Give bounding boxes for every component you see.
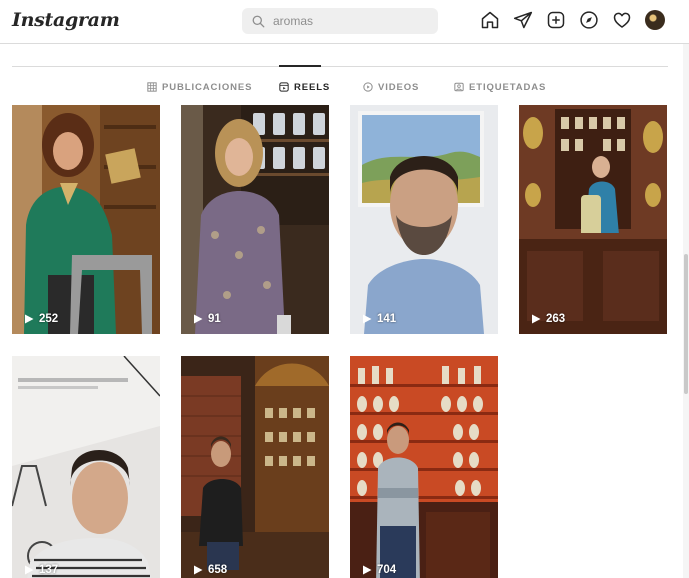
tab-reels[interactable]: REELS	[279, 80, 330, 94]
nav-icons	[480, 10, 678, 30]
view-count-value: 658	[208, 564, 228, 576]
tab-label: VIDEOS	[378, 81, 420, 93]
scrollbar-thumb[interactable]	[684, 254, 688, 394]
reel-preview-image	[181, 356, 329, 578]
play-icon	[532, 314, 541, 324]
search-box[interactable]: aromas	[242, 8, 438, 34]
view-count: 658	[193, 564, 227, 576]
view-count: 263	[531, 313, 565, 325]
view-count: 704	[362, 564, 396, 576]
tab-etiquetadas[interactable]: ETIQUETADAS	[454, 80, 546, 94]
reel-thumbnail[interactable]: 137	[12, 356, 160, 578]
home-icon[interactable]	[480, 10, 500, 30]
reel-thumbnail[interactable]: 263	[519, 105, 667, 334]
reel-preview-image	[350, 105, 498, 334]
reel-preview-image	[350, 356, 498, 578]
view-count: 137	[24, 564, 58, 576]
tab-publicaciones[interactable]: PUBLICACIONES	[147, 80, 252, 94]
reel-preview-image	[181, 105, 329, 334]
view-count-value: 137	[39, 564, 59, 576]
grid-icon	[147, 82, 157, 92]
explore-compass-icon[interactable]	[579, 10, 599, 30]
activity-heart-icon[interactable]	[612, 10, 632, 30]
direct-send-icon[interactable]	[513, 10, 533, 30]
search-input[interactable]: aromas	[273, 14, 313, 28]
video-icon	[363, 82, 373, 92]
view-count: 252	[24, 313, 58, 325]
reels-icon	[279, 82, 289, 92]
new-post-icon[interactable]	[546, 10, 566, 30]
view-count-value: 252	[39, 313, 59, 325]
tagged-icon	[454, 82, 464, 92]
view-count-value: 91	[208, 313, 221, 325]
scrollbar-track[interactable]	[683, 44, 689, 578]
play-icon	[194, 565, 203, 575]
reel-preview-image	[12, 356, 160, 578]
view-count-value: 704	[377, 564, 397, 576]
reel-thumbnail[interactable]: 658	[181, 356, 329, 578]
reel-preview-image	[519, 105, 667, 334]
avatar	[645, 10, 665, 30]
instagram-logo[interactable]: Instagram	[12, 9, 120, 31]
play-icon	[25, 565, 34, 575]
active-tab-indicator	[279, 65, 321, 67]
reel-thumbnail[interactable]: 252	[12, 105, 160, 334]
reel-thumbnail[interactable]: 91	[181, 105, 329, 334]
instagram-profile-page: Instagram aromas PUBLICACIONES REELS VID…	[0, 0, 689, 578]
play-icon	[363, 565, 372, 575]
profile-avatar[interactable]	[645, 10, 665, 30]
reel-thumbnail[interactable]: 704	[350, 356, 498, 578]
tab-label: REELS	[294, 81, 331, 93]
top-navigation-bar: Instagram aromas	[0, 0, 689, 44]
play-icon	[194, 314, 203, 324]
play-icon	[25, 314, 34, 324]
reel-preview-image	[12, 105, 160, 334]
reel-thumbnail[interactable]: 141	[350, 105, 498, 334]
tab-label: PUBLICACIONES	[162, 81, 253, 93]
tab-label: ETIQUETADAS	[469, 81, 547, 93]
tab-videos[interactable]: VIDEOS	[363, 80, 419, 94]
search-icon	[252, 15, 265, 27]
view-count-value: 141	[377, 313, 397, 325]
view-count-value: 263	[546, 313, 566, 325]
view-count: 91	[193, 313, 221, 325]
play-icon	[363, 314, 372, 324]
view-count: 141	[362, 313, 396, 325]
tabs-divider	[12, 66, 668, 67]
